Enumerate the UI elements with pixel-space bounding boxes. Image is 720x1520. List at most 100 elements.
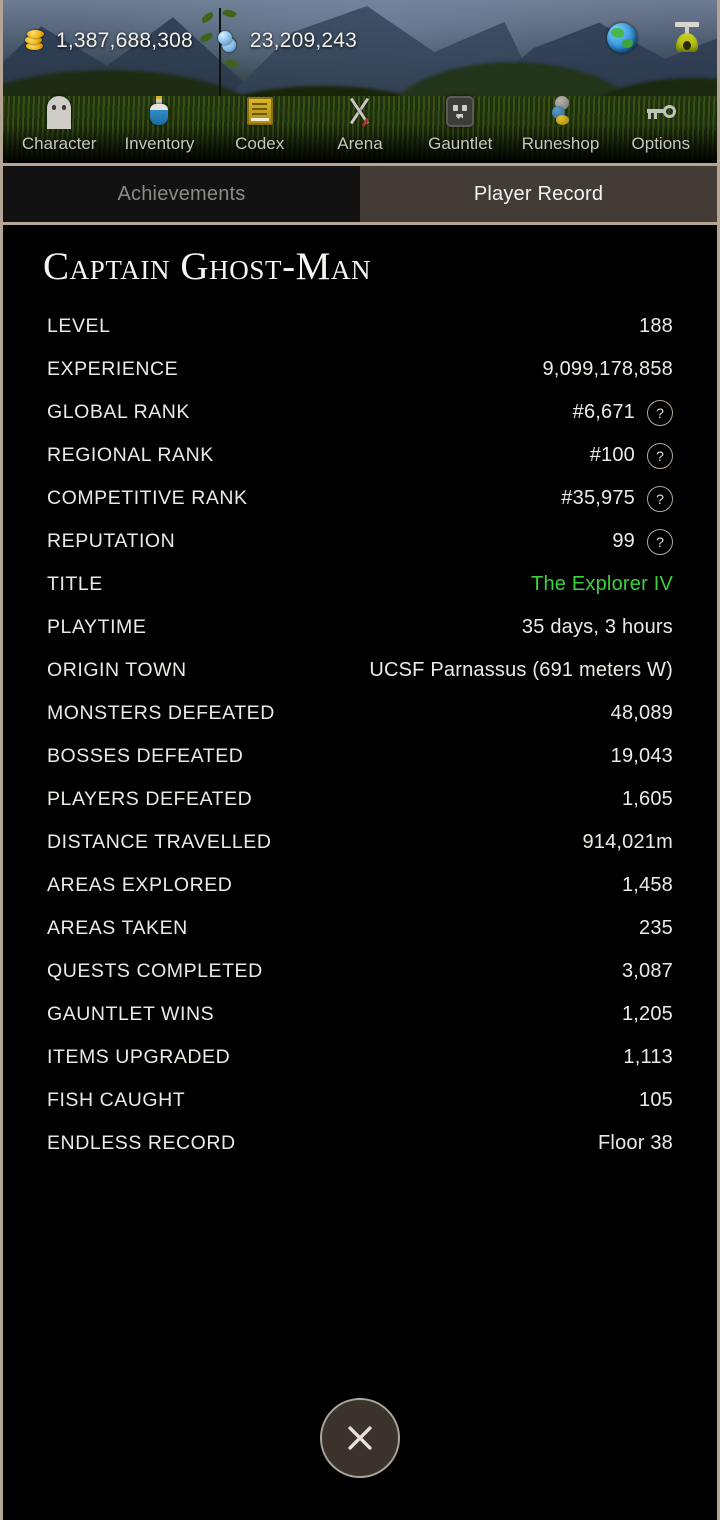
- globe-icon[interactable]: [607, 23, 637, 53]
- stat-value-group: 188: [639, 315, 673, 338]
- stat-label: PLAYTIME: [47, 616, 147, 638]
- nav-item-gauntlet[interactable]: Gauntlet: [410, 94, 510, 154]
- stat-value-group: 99?: [612, 528, 673, 555]
- stat-label: MONSTERS DEFEATED: [47, 702, 275, 724]
- stat-value: 35 days, 3 hours: [521, 616, 673, 638]
- page-title: Captain Ghost-Man: [43, 245, 372, 288]
- stat-label: DISTANCE TRAVELLED: [47, 831, 272, 853]
- stat-value-group: 105: [639, 1089, 673, 1112]
- nav-label: Inventory: [124, 134, 195, 153]
- stat-value: 235: [639, 917, 673, 939]
- stat-row: PLAYERS DEFEATED 1,605: [39, 778, 681, 821]
- stat-row: QUESTS COMPLETED 3,087: [39, 950, 681, 993]
- stat-value-group: 1,605: [622, 788, 673, 811]
- ghost-icon: [42, 94, 76, 129]
- nav-item-runeshop[interactable]: Runeshop: [511, 94, 611, 154]
- stat-label: QUESTS COMPLETED: [47, 960, 263, 982]
- nav-item-inventory[interactable]: Inventory: [109, 94, 209, 154]
- stat-value-group: The Explorer IV: [531, 573, 673, 596]
- stat-value: 19,043: [610, 745, 673, 767]
- stat-value: 914,021m: [582, 831, 673, 853]
- stats-list: LEVEL 188 EXPERIENCE 9,099,178,858 GLOBAL RA…: [39, 305, 681, 1165]
- nav-label: Character: [21, 134, 97, 153]
- stat-label: ITEMS UPGRADED: [47, 1046, 231, 1068]
- stat-value: 1,113: [623, 1046, 673, 1068]
- stat-label: ORIGIN TOWN: [47, 659, 187, 681]
- stat-value-group: 9,099,178,858: [542, 358, 673, 381]
- stat-row: PLAYTIME 35 days, 3 hours: [39, 606, 681, 649]
- key-icon: [644, 94, 678, 128]
- gem-amount: 23,209,243: [249, 29, 358, 52]
- stat-row: DISTANCE TRAVELLED 914,021m: [39, 821, 681, 864]
- stat-label: AREAS TAKEN: [47, 917, 188, 939]
- stat-row: COMPETITIVE RANK #35,975?: [39, 477, 681, 520]
- stat-value-group: #6,671?: [573, 399, 673, 426]
- nav-item-codex[interactable]: Codex: [210, 94, 310, 154]
- currency-gold[interactable]: 1,387,688,308: [23, 29, 193, 53]
- stat-row: ORIGIN TOWN UCSF Parnassus (691 meters W): [39, 649, 681, 692]
- stat-label: AREAS EXPLORED: [47, 874, 233, 896]
- stat-row: FISH CAUGHT 105: [39, 1079, 681, 1122]
- stat-value-group: 914,021m: [582, 831, 673, 854]
- help-icon[interactable]: ?: [647, 485, 673, 512]
- stat-value-group: 1,113: [623, 1046, 673, 1069]
- stat-value-group: 1,205: [622, 1003, 673, 1026]
- stat-value: 1,605: [621, 788, 673, 810]
- nav-label: Runeshop: [521, 134, 600, 153]
- book-icon: [243, 94, 277, 128]
- currency-bar: 1,387,688,308 23,209,243: [3, 24, 357, 58]
- stat-label: GAUNTLET WINS: [47, 1003, 215, 1025]
- stat-value: 105: [639, 1089, 673, 1111]
- tab-achievements[interactable]: Achievements: [3, 166, 360, 222]
- scene-backdrop: 1,387,688,308 23,209,243 Character Inven…: [3, 0, 717, 163]
- stat-value-group: Floor 38: [598, 1132, 673, 1155]
- gem-icon: [217, 29, 239, 53]
- stat-label: REGIONAL RANK: [47, 444, 214, 466]
- stat-row: LEVEL 188: [39, 305, 681, 348]
- currency-gems[interactable]: 23,209,243: [217, 29, 357, 53]
- help-icon[interactable]: ?: [647, 528, 673, 555]
- stat-value: 48,089: [610, 702, 673, 724]
- nav-item-character[interactable]: Character: [9, 94, 109, 154]
- stat-value-group: #100?: [589, 442, 673, 469]
- stat-label: ENDLESS RECORD: [47, 1132, 236, 1154]
- stat-label: BOSSES DEFEATED: [47, 745, 244, 767]
- player-record-panel: Captain Ghost-Man LEVEL 188 EXPERIENCE 9,09…: [3, 228, 717, 1520]
- main-nav: Character Inventory Codex Arena Gauntlet…: [3, 78, 717, 160]
- nav-label: Arena: [337, 134, 383, 153]
- stat-label: TITLE: [47, 573, 103, 595]
- stat-row: TITLE The Explorer IV: [39, 563, 681, 606]
- stat-value-group: 1,458: [622, 874, 673, 897]
- stat-value: #100: [589, 444, 635, 466]
- stat-value-group: UCSF Parnassus (691 meters W): [369, 659, 673, 682]
- tab-player-record[interactable]: Player Record: [360, 166, 717, 222]
- nav-label: Options: [631, 134, 691, 153]
- crossed-swords-icon: [343, 94, 377, 128]
- stat-value-group: 35 days, 3 hours: [522, 616, 673, 639]
- gold-coin-icon: [23, 29, 45, 53]
- help-icon[interactable]: ?: [647, 399, 673, 426]
- stat-value: Floor 38: [598, 1132, 673, 1154]
- stat-value: #35,975: [561, 487, 635, 509]
- stat-value-group: 3,087: [622, 960, 673, 983]
- stat-value: 1,205: [621, 1003, 673, 1025]
- stat-row: ITEMS UPGRADED 1,113: [39, 1036, 681, 1079]
- skull-icon: [443, 94, 477, 128]
- stat-value: 99: [612, 530, 635, 552]
- stat-value-group: 235: [639, 917, 673, 940]
- lamp-icon[interactable]: [673, 22, 701, 54]
- stat-row: GLOBAL RANK #6,671?: [39, 391, 681, 434]
- stat-value-group: 48,089: [611, 702, 673, 725]
- stat-row: REPUTATION 99?: [39, 520, 681, 563]
- nav-item-options[interactable]: Options: [611, 94, 711, 154]
- nav-label: Codex: [235, 134, 285, 153]
- header-actions: [607, 22, 701, 54]
- stat-value: 188: [639, 315, 673, 337]
- stat-row: BOSSES DEFEATED 19,043: [39, 735, 681, 778]
- close-button[interactable]: [320, 1398, 400, 1478]
- nav-item-arena[interactable]: Arena: [310, 94, 410, 154]
- stat-row: REGIONAL RANK #100?: [39, 434, 681, 477]
- stat-label: LEVEL: [47, 315, 111, 337]
- stat-label: PLAYERS DEFEATED: [47, 788, 253, 810]
- help-icon[interactable]: ?: [647, 442, 673, 469]
